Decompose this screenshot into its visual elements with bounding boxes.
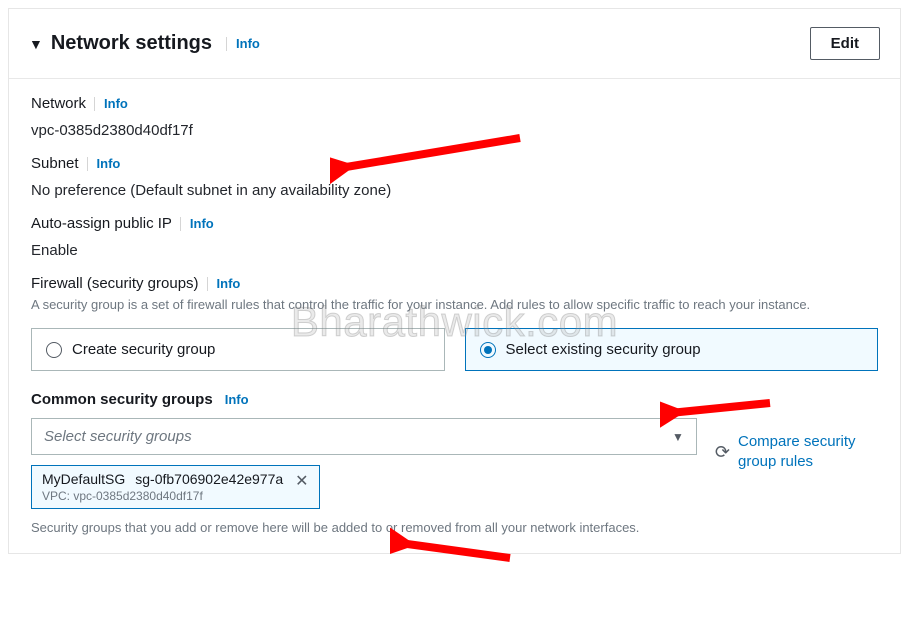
collapse-caret-icon[interactable]: ▼ [29,37,43,51]
chevron-down-icon: ▼ [672,430,684,444]
firewall-radio-row: Create security group Select existing se… [31,328,878,371]
firewall-label: Firewall (security groups) [31,275,199,292]
firewall-label-row: Firewall (security groups) Info [31,275,878,292]
close-icon[interactable]: ✕ [293,471,310,491]
common-sg-info-link[interactable]: Info [221,392,249,407]
compare-rules-link[interactable]: Compare security group rules [738,432,878,473]
header-info-link[interactable]: Info [226,36,260,51]
sg-select-placeholder: Select security groups [44,428,192,445]
radio-label: Select existing security group [506,341,701,358]
sg-token-name: MyDefaultSG [42,471,125,487]
autoip-label: Auto-assign public IP [31,215,172,232]
sg-row: Select security groups ▼ MyDefaultSG sg-… [31,418,878,537]
sg-token-id: sg-0fb706902e42e977a [135,471,283,487]
network-value: vpc-0385d2380d40df17f [31,122,878,139]
sg-token: MyDefaultSG sg-0fb706902e42e977a VPC: vp… [31,465,320,509]
radio-label: Create security group [72,341,215,358]
common-sg-label: Common security groups [31,391,213,408]
sg-token-vpc: VPC: vpc-0385d2380d40df17f [42,489,283,503]
subnet-label-row: Subnet Info [31,155,878,172]
network-settings-panel: ▼ Network settings Info Edit Network Inf… [8,8,901,554]
subnet-value: No preference (Default subnet in any ava… [31,182,878,199]
firewall-info-link[interactable]: Info [207,276,241,291]
sg-footer-text: Security groups that you add or remove h… [31,519,697,537]
autoip-info-link[interactable]: Info [180,216,214,231]
sg-select[interactable]: Select security groups ▼ [31,418,697,455]
radio-icon [480,342,496,358]
panel-title: Network settings [51,32,212,55]
refresh-icon[interactable]: ⟳ [715,442,730,463]
network-info-link[interactable]: Info [94,96,128,111]
panel-body: Network Info vpc-0385d2380d40df17f Subne… [9,79,900,553]
autoip-value: Enable [31,242,878,259]
edit-button[interactable]: Edit [810,27,880,60]
radio-select-existing-sg[interactable]: Select existing security group [465,328,879,371]
radio-icon [46,342,62,358]
autoip-label-row: Auto-assign public IP Info [31,215,878,232]
subnet-label: Subnet [31,155,79,172]
network-label: Network [31,95,86,112]
panel-header: ▼ Network settings Info Edit [9,9,900,79]
subnet-info-link[interactable]: Info [87,156,121,171]
firewall-help-text: A security group is a set of firewall ru… [31,296,878,314]
radio-create-sg[interactable]: Create security group [31,328,445,371]
common-sg-label-row: Common security groups Info [31,391,878,408]
network-label-row: Network Info [31,95,878,112]
